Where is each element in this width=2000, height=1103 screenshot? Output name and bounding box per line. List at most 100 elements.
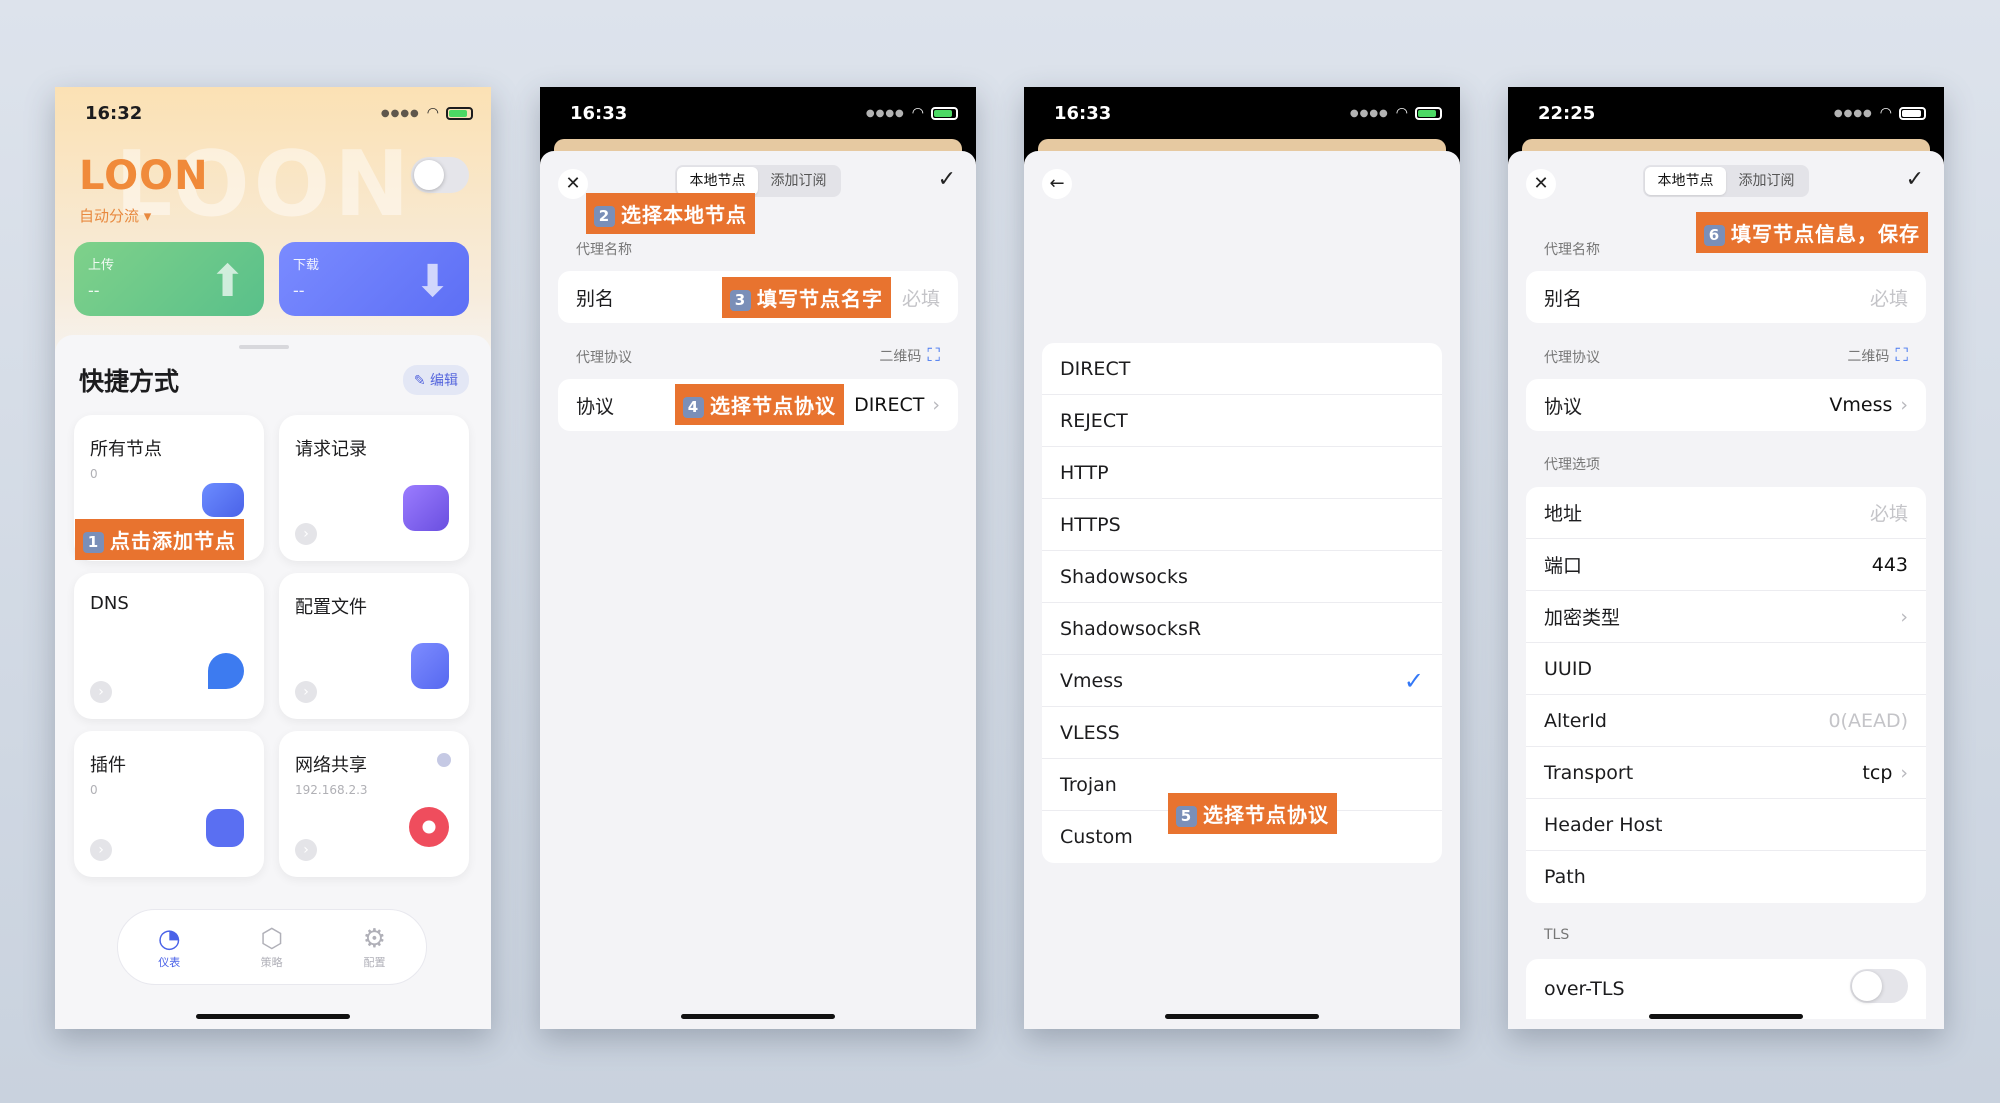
vmess-node-sheet: ✕ 本地节点 添加订阅 ✓ 代理名称 别名 必填 代理协议 二维码 ⛶ 协议 Vm…	[1508, 151, 1944, 1029]
tab-config[interactable]: ⚙ 配置	[363, 924, 386, 970]
alterid-row[interactable]: AlterId 0(AEAD)	[1526, 695, 1926, 747]
step-number: 1	[83, 532, 104, 553]
cipher-label: 加密类型	[1544, 607, 1621, 629]
step-number: 2	[594, 206, 615, 227]
step-number: 5	[1176, 806, 1197, 827]
option-label: Trojan	[1060, 773, 1117, 796]
phone-dashboard: 16:32 ●●●● ◠ LOON LOON 自动分流 ▾ 上传 -- ⬆ 下载…	[55, 87, 491, 1029]
annotation-step-3: 3 填写节点名字	[722, 277, 891, 318]
back-button[interactable]: ←	[1042, 169, 1072, 199]
annotation-step-6: 6 填写节点信息，保存	[1696, 212, 1928, 253]
uuid-row[interactable]: UUID	[1526, 643, 1926, 695]
segment-local-node[interactable]: 本地节点	[1645, 167, 1726, 195]
chevron-right-icon: ›	[1900, 761, 1908, 784]
alias-label: 别名	[576, 287, 615, 310]
address-input[interactable]: 必填	[1870, 499, 1908, 526]
tab-bar: ◔ 仪表 ⬡ 策略 ⚙ 配置	[117, 909, 427, 985]
qr-code-button[interactable]: 二维码 ⛶	[879, 345, 940, 366]
tab-policy[interactable]: ⬡ 策略	[260, 924, 283, 970]
protocol-option-vmess[interactable]: Vmess ✓	[1042, 655, 1442, 707]
battery-icon	[931, 106, 958, 120]
tls-section-label: TLS	[1544, 927, 1570, 943]
signal-icon: ●●●●	[865, 107, 905, 119]
protocol-value: Vmess	[1829, 394, 1893, 416]
address-label: 地址	[1544, 503, 1583, 525]
close-button[interactable]: ✕	[1526, 169, 1556, 199]
home-indicator	[1165, 1014, 1319, 1019]
name-section-label: 代理名称	[1544, 242, 1600, 258]
tile-profile[interactable]: 配置文件 ›	[279, 573, 469, 719]
status-time: 16:32	[85, 103, 143, 124]
chevron-right-icon: ›	[90, 681, 112, 703]
protocol-option-shadowsocksr[interactable]: ShadowsocksR	[1042, 603, 1442, 655]
cipher-row[interactable]: 加密类型 ›	[1526, 591, 1926, 643]
protocol-section-label: 代理协议	[1544, 350, 1600, 366]
segment-add-subscription[interactable]: 添加订阅	[1726, 167, 1807, 195]
signal-icon: ●●●●	[1349, 107, 1389, 119]
close-button[interactable]: ✕	[558, 169, 588, 199]
option-label: Custom	[1060, 826, 1133, 848]
alterid-input[interactable]: 0(AEAD)	[1828, 710, 1908, 732]
scan-icon: ⛶	[1895, 345, 1908, 366]
tls-card: over-TLS	[1526, 959, 1926, 1019]
tile-dns[interactable]: DNS ›	[74, 573, 264, 719]
save-checkmark-button[interactable]: ✓	[1906, 167, 1924, 192]
protocol-option-https[interactable]: HTTPS	[1042, 499, 1442, 551]
status-bar: 16:33 ●●●● ◠	[1024, 87, 1460, 143]
tile-requests[interactable]: 请求记录 ›	[279, 415, 469, 561]
alias-input[interactable]: 必填	[1870, 284, 1908, 311]
source-segmented-control: 本地节点 添加订阅	[1643, 165, 1809, 197]
alias-input[interactable]: 必填	[902, 284, 940, 311]
annotation-step-4: 4 选择节点协议	[675, 384, 844, 425]
save-checkmark-button[interactable]: ✓	[938, 167, 956, 192]
edit-icon: ✎	[413, 373, 430, 389]
protocol-option-shadowsocks[interactable]: Shadowsocks	[1042, 551, 1442, 603]
port-row[interactable]: 端口 443	[1526, 539, 1926, 591]
qr-label: 二维码	[879, 349, 922, 365]
sheet-grabber[interactable]	[239, 345, 289, 349]
alias-row[interactable]: 别名 必填	[1526, 271, 1926, 323]
option-label: DIRECT	[1060, 357, 1131, 380]
wifi-icon: ◠	[426, 105, 439, 121]
protocol-option-vless[interactable]: VLESS	[1042, 707, 1442, 759]
tile-count: 0	[90, 467, 98, 481]
routing-mode-selector[interactable]: 自动分流 ▾	[79, 205, 151, 226]
phone-protocol-list: 16:33 ●●●● ◠ ← DIRECT REJECT HTTP HTTPS …	[1024, 87, 1460, 1029]
protocol-option-direct[interactable]: DIRECT	[1042, 343, 1442, 395]
header-host-row[interactable]: Header Host	[1526, 799, 1926, 851]
segment-add-subscription[interactable]: 添加订阅	[758, 167, 839, 195]
tile-ip: 192.168.2.3	[295, 783, 368, 797]
over-tls-label: over-TLS	[1544, 978, 1625, 1000]
name-card: 别名 必填	[1526, 271, 1926, 323]
edit-button[interactable]: ✎ 编辑	[402, 365, 469, 395]
protocol-option-reject[interactable]: REJECT	[1042, 395, 1442, 447]
tile-label: 请求记录	[295, 439, 367, 460]
address-row[interactable]: 地址 必填	[1526, 487, 1926, 539]
edit-label: 编辑	[430, 373, 458, 389]
vpn-toggle[interactable]	[411, 157, 469, 193]
location-pin-icon	[208, 653, 244, 689]
options-card: 地址 必填 端口 443 加密类型 › UUID AlterId 0(AEAD)…	[1526, 487, 1926, 903]
battery-icon	[1899, 106, 1926, 120]
tile-sharing[interactable]: 网络共享 192.168.2.3 ›	[279, 731, 469, 877]
tile-label: 插件	[90, 755, 126, 776]
protocol-row[interactable]: 协议 Vmess ›	[1526, 379, 1926, 431]
tab-dashboard[interactable]: ◔ 仪表	[158, 924, 181, 970]
tile-plugins[interactable]: 插件 0 ›	[74, 731, 264, 877]
over-tls-toggle[interactable]	[1850, 969, 1908, 1003]
checkmark-icon: ✓	[1403, 666, 1424, 695]
phone-vmess-form: 22:25 ●●●● ◠ ✕ 本地节点 添加订阅 ✓ 代理名称 别名 必填 代理…	[1508, 87, 1944, 1029]
segment-local-node[interactable]: 本地节点	[677, 167, 758, 195]
scan-icon: ⛶	[927, 345, 940, 366]
phone-add-node: 16:33 ●●●● ◠ ✕ 本地节点 添加订阅 ✓ 代理名称 别名 必填 代理…	[540, 87, 976, 1029]
transport-row[interactable]: Transport tcp ›	[1526, 747, 1926, 799]
document-icon	[403, 485, 449, 531]
qr-code-button[interactable]: 二维码 ⛶	[1847, 345, 1908, 366]
protocol-option-http[interactable]: HTTP	[1042, 447, 1442, 499]
status-icons: ●●●● ◠	[381, 105, 473, 121]
chevron-right-icon: ›	[295, 681, 317, 703]
path-row[interactable]: Path	[1526, 851, 1926, 903]
port-input[interactable]: 443	[1872, 554, 1908, 576]
protocol-value: DIRECT	[854, 394, 925, 416]
wifi-icon: ◠	[1879, 105, 1892, 121]
